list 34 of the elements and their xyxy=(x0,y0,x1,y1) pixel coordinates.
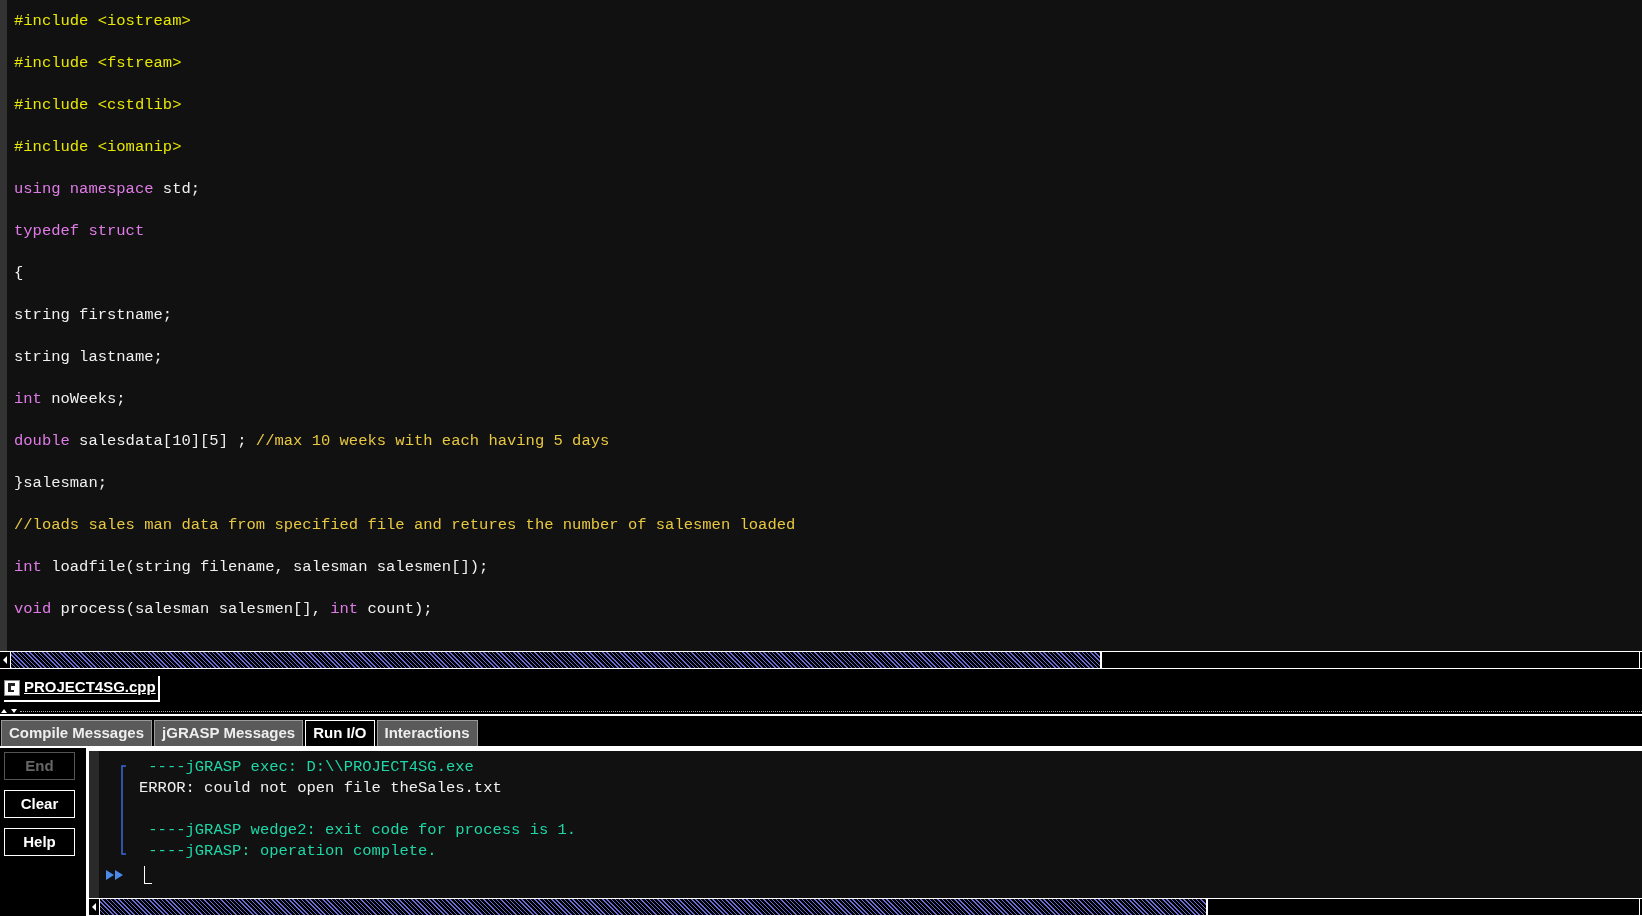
tab[interactable]: jGRASP Messages xyxy=(154,720,304,746)
output-line: ERROR: could not open file theSales.txt xyxy=(139,778,502,799)
scrollbar-thumb[interactable] xyxy=(11,652,1102,668)
output-line: ----jGRASP exec: D:\\PROJECT4SG.exe xyxy=(147,757,474,778)
output-line: ----jGRASP wedge2: exit code for process is 1. xyxy=(147,820,577,841)
code-line: typedef struct xyxy=(14,221,145,242)
code-line: string lastname; xyxy=(14,347,163,368)
code-line: int noWeeks; xyxy=(14,389,126,410)
code-line: #include <cstdlib> xyxy=(14,95,182,116)
code-line: { xyxy=(14,263,24,284)
code-line: #include <fstream> xyxy=(14,53,182,74)
code-line: using namespace std; xyxy=(14,179,201,200)
output-panel[interactable]: ----jGRASP exec: D:\\PROJECT4SG.exe ERROR: could not open file theSales.txt ----jGRASP wedge2: exit code for process is 1. ----jGRASP: operation complete. xyxy=(89,751,1642,898)
code-line: #include <iostream> xyxy=(14,11,191,32)
input-field[interactable] xyxy=(144,866,152,884)
tab[interactable]: Run I/O xyxy=(305,720,375,746)
code-line: //loads sales man data from specified file and retures the number of salesmen loaded xyxy=(14,515,796,536)
code-line: void process(salesman salesmen[], int count); xyxy=(14,599,433,620)
action-button[interactable]: Clear xyxy=(4,790,75,818)
split-arrows-icon[interactable] xyxy=(0,708,20,714)
scrollbar-thumb[interactable] xyxy=(100,899,1209,915)
file-tab[interactable]: PROJECT4SG.cpp xyxy=(4,675,160,702)
code-line: }salesman; xyxy=(14,473,107,494)
output-line: ----jGRASP: operation complete. xyxy=(147,841,437,862)
action-button[interactable]: Help xyxy=(4,828,75,856)
tab[interactable]: Interactions xyxy=(376,720,478,746)
code-line: int loadfile(string filename, salesman salesmen[]); xyxy=(14,557,489,578)
tab[interactable]: Compile Messages xyxy=(1,720,153,746)
code-line: double salesdata[10][5] ; //max 10 weeks with each having 5 days xyxy=(14,431,610,452)
prompt-arrows-icon xyxy=(106,870,124,880)
file-icon xyxy=(4,679,20,696)
code-line: #include <iomanip> xyxy=(14,137,182,158)
code-line: string firstname; xyxy=(14,305,173,326)
output-bracket-icon xyxy=(121,765,127,855)
